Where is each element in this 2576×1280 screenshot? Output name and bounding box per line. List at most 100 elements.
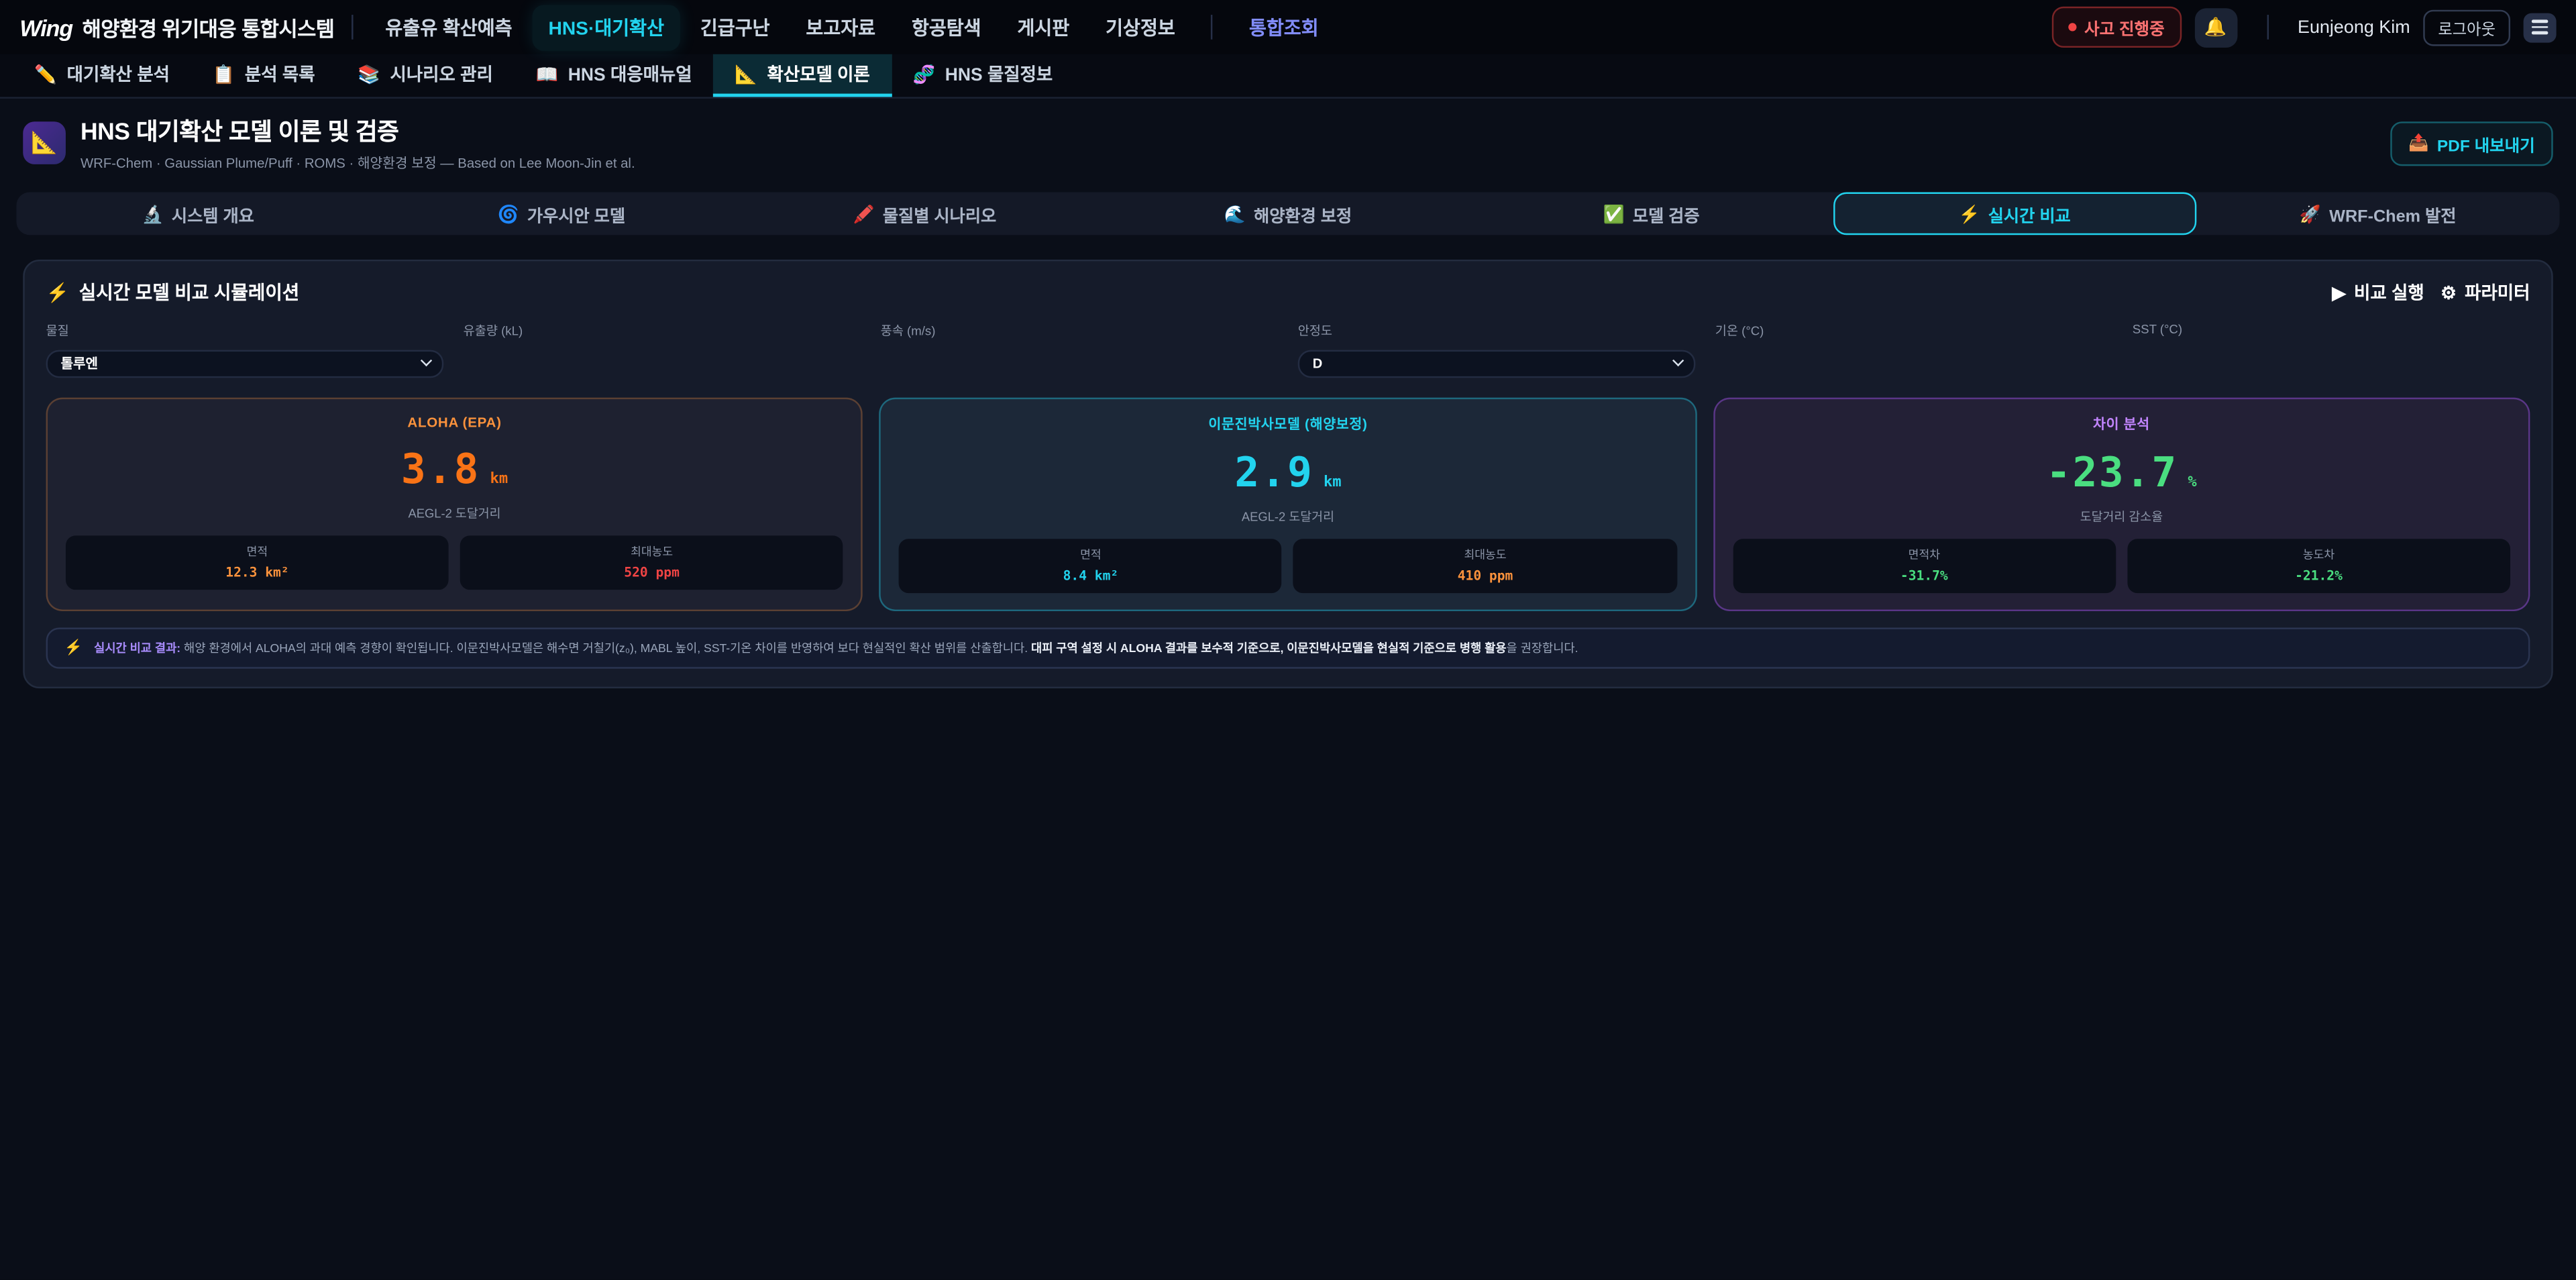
stat-concentration-difference: 농도차 -21.2% <box>2127 539 2510 593</box>
result-cards: ALOHA (EPA) 3.8 km AEGL-2 도달거리 면적 12.3 k… <box>46 398 2530 611</box>
incident-status-label: 사고 진행중 <box>2084 15 2164 40</box>
wind-speed-input[interactable] <box>881 350 1279 378</box>
comparison-result-note: ⚡ 실시간 비교 결과: 해양 환경에서 ALOHA의 과대 예측 경향이 확인… <box>46 628 2530 669</box>
check-icon: ✅ <box>1603 203 1624 224</box>
spill-amount-input[interactable] <box>464 350 861 378</box>
sst-input[interactable] <box>2133 347 2530 375</box>
card-main-value: 3.8 km <box>66 445 843 493</box>
tab-substance-scenarios[interactable]: 🖍️ 물질별 시나리오 <box>743 193 1107 235</box>
tab-model-validation[interactable]: ✅ 모델 검증 <box>1470 193 1833 235</box>
pdf-export-button[interactable]: 📤 PDF 내보내기 <box>2390 121 2553 165</box>
field-substance: 물질 톨루엔 <box>46 322 444 378</box>
crayon-icon: 🖍️ <box>853 203 875 224</box>
air-temp-input[interactable] <box>1715 350 2113 378</box>
card-stats: 면적 8.4 km² 최대농도 410 ppm <box>899 539 1676 593</box>
lightning-icon: ⚡ <box>1958 203 1980 224</box>
page-subtitle: WRF-Chem · Gaussian Plume/Puff · ROMS · … <box>80 153 635 172</box>
stat-max-concentration: 최대농도 410 ppm <box>1294 539 1677 593</box>
subtab-diffusion-model-theory[interactable]: 📐 확산모델 이론 <box>713 54 891 97</box>
result-card-difference-analysis: 차이 분석 -23.7 % 도달거리 감소율 면적차 -31.7% 농도차 -2… <box>1713 398 2530 611</box>
microscope-icon: 🔬 <box>142 203 164 224</box>
subtab-hns-substance-info[interactable]: 🧬 HNS 물질정보 <box>892 54 1074 97</box>
nav-item-reports[interactable]: 보고자료 <box>790 4 892 50</box>
menu-button[interactable] <box>2524 12 2557 42</box>
cyclone-icon: 🌀 <box>498 203 519 224</box>
field-label-air-temp: 기온 (°C) <box>1715 322 2113 340</box>
export-icon: 📤 <box>2408 134 2428 152</box>
substance-select[interactable]: 톨루엔 <box>46 350 444 378</box>
tab-system-overview[interactable]: 🔬 시스템 개요 <box>16 193 380 235</box>
card-stats: 면적 12.3 km² 최대농도 520 ppm <box>66 535 843 590</box>
result-card-leemoonjin-model: 이문진박사모델 (해양보정) 2.9 km AEGL-2 도달거리 면적 8.4… <box>879 398 1697 611</box>
stability-select[interactable]: D <box>1298 350 1696 378</box>
gear-icon: ⚙ <box>2440 282 2457 303</box>
field-label-wind-speed: 풍속 (m/s) <box>881 322 1279 340</box>
lightning-icon: ⚡ <box>46 282 69 303</box>
open-book-icon: 📖 <box>536 63 559 85</box>
subtab-hns-response-manual[interactable]: 📖 HNS 대응매뉴얼 <box>515 54 714 97</box>
card-subtitle: AEGL-2 도달거리 <box>66 504 843 523</box>
subtab-scenario-management[interactable]: 📚 시나리오 관리 <box>336 54 514 97</box>
triangle-ruler-icon: 📐 <box>735 63 757 85</box>
nav-item-oil-spill-forecast[interactable]: 유출유 확산예측 <box>369 4 529 50</box>
nav-item-emergency-rescue[interactable]: 긴급구난 <box>684 4 786 50</box>
nav-item-aerial-search[interactable]: 항공탐색 <box>895 4 998 50</box>
parameter-fields: 물질 톨루엔 유출량 (kL) 풍속 (m/s) 안정도 D <box>46 322 2530 378</box>
subtab-analysis-list[interactable]: 📋 분석 목록 <box>191 54 337 97</box>
tab-realtime-comparison[interactable]: ⚡ 실시간 비교 <box>1833 193 2196 235</box>
card-main-value: 2.9 km <box>899 449 1676 496</box>
page-title: HNS 대기확산 모델 이론 및 검증 <box>80 113 635 148</box>
notifications-button[interactable]: 🔔 <box>2194 7 2237 47</box>
field-spill-amount: 유출량 (kL) <box>464 322 861 378</box>
tab-marine-correction[interactable]: 🌊 해양환경 보정 <box>1106 193 1470 235</box>
tab-wrf-chem[interactable]: 🚀 WRF-Chem 발전 <box>2196 193 2560 235</box>
nav-item-hns-atmospheric[interactable]: HNS·대기확산 <box>532 4 680 50</box>
top-navbar: Wing 해양환경 위기대응 통합시스템 유출유 확산예측 HNS·대기확산 긴… <box>0 0 2576 54</box>
divider <box>1212 15 1213 40</box>
stat-area-difference: 면적차 -31.7% <box>1733 539 2116 593</box>
nav-item-weather-info[interactable]: 기상정보 <box>1089 4 1192 50</box>
card-stats: 면적차 -31.7% 농도차 -21.2% <box>1733 539 2510 593</box>
brand[interactable]: Wing 해양환경 위기대응 통합시스템 <box>19 11 334 43</box>
field-label-spill-amount: 유출량 (kL) <box>464 322 861 340</box>
card-title: 차이 분석 <box>1733 414 2510 433</box>
nav-item-board[interactable]: 게시판 <box>1001 4 1086 50</box>
app-window: Wing 해양환경 위기대응 통합시스템 유출유 확산예측 HNS·대기확산 긴… <box>0 0 2576 1280</box>
field-wind-speed: 풍속 (m/s) <box>881 322 1279 378</box>
dna-icon: 🧬 <box>913 63 936 85</box>
parameters-button[interactable]: ⚙ 파라미터 <box>2440 279 2530 305</box>
page-title-block: HNS 대기확산 모델 이론 및 검증 WRF-Chem · Gaussian … <box>80 113 635 172</box>
run-comparison-button[interactable]: ▶ 비교 실행 <box>2332 279 2424 305</box>
panel-actions: ▶ 비교 실행 ⚙ 파라미터 <box>2332 279 2530 305</box>
rocket-icon: 🚀 <box>2300 203 2321 224</box>
panel-title: ⚡ 실시간 모델 비교 시뮬레이션 <box>46 279 300 305</box>
hamburger-icon <box>2532 20 2548 23</box>
card-title: ALOHA (EPA) <box>66 414 843 430</box>
pencil-icon: ✏️ <box>34 63 57 85</box>
books-icon: 📚 <box>358 63 380 85</box>
incident-status-badge[interactable]: 사고 진행중 <box>2051 7 2181 48</box>
logout-button[interactable]: 로그아웃 <box>2423 9 2510 45</box>
triangle-ruler-icon: 📐 <box>31 129 58 156</box>
divider <box>351 15 352 40</box>
status-dot-icon <box>2068 23 2076 31</box>
card-subtitle: AEGL-2 도달거리 <box>899 508 1676 526</box>
stat-area: 면적 8.4 km² <box>899 539 1282 593</box>
note-text: 실시간 비교 결과: 해양 환경에서 ALOHA의 과대 예측 경향이 확인됩니… <box>94 640 1578 656</box>
nav-item-integrated-search[interactable]: 통합조회 <box>1233 4 1336 50</box>
wave-icon: 🌊 <box>1224 203 1246 224</box>
brand-logo: Wing <box>19 14 72 40</box>
main-nav: 유출유 확산예측 HNS·대기확산 긴급구난 보고자료 항공탐색 게시판 기상정… <box>369 4 1335 50</box>
field-stability: 안정도 D <box>1298 322 1696 378</box>
card-subtitle: 도달거리 감소율 <box>1733 508 2510 526</box>
play-icon: ▶ <box>2332 282 2345 303</box>
field-air-temp: 기온 (°C) <box>1715 322 2113 378</box>
field-label-sst: SST (°C) <box>2133 322 2530 337</box>
subtab-atmospheric-analysis[interactable]: ✏️ 대기확산 분석 <box>13 54 191 97</box>
stat-max-concentration: 최대농도 520 ppm <box>460 535 843 590</box>
section-tab-bar: 🔬 시스템 개요 🌀 가우시안 모델 🖍️ 물질별 시나리오 🌊 해양환경 보정… <box>16 193 2559 235</box>
field-label-substance: 물질 <box>46 322 444 340</box>
stat-area: 면적 12.3 km² <box>66 535 449 590</box>
brand-title: 해양환경 위기대응 통합시스템 <box>83 11 335 43</box>
tab-gaussian-model[interactable]: 🌀 가우시안 모델 <box>380 193 743 235</box>
